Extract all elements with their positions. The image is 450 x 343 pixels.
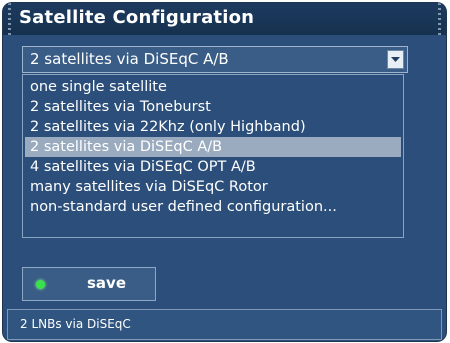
satellite-configuration-window: Satellite Configuration 2 satellites via… (3, 3, 446, 341)
right-grip-icon (438, 3, 441, 35)
save-button[interactable]: save (22, 267, 156, 301)
green-dot-icon (36, 280, 45, 289)
list-item-22khz[interactable]: 2 satellites via 22Khz (only Highband) (25, 117, 401, 137)
satellite-options-list[interactable]: one single satellite 2 satellites via To… (22, 74, 404, 238)
list-item-diseqc-opt-ab[interactable]: 4 satellites via DiSEqC OPT A/B (25, 157, 401, 177)
dropdown-selected-value: 2 satellites via DiSEqC A/B (30, 50, 229, 68)
list-item-diseqc-rotor[interactable]: many satellites via DiSEqC Rotor (25, 177, 401, 197)
save-button-label: save (87, 274, 127, 292)
window-title: Satellite Configuration (19, 7, 255, 28)
list-item-one-single-satellite[interactable]: one single satellite (25, 77, 401, 97)
dropdown-button[interactable] (387, 50, 404, 69)
list-item-diseqc-ab[interactable]: 2 satellites via DiSEqC A/B (25, 137, 401, 157)
satellite-config-dropdown[interactable]: 2 satellites via DiSEqC A/B (22, 46, 408, 73)
chevron-down-icon (391, 57, 400, 62)
left-grip-icon (8, 3, 11, 35)
title-bar: Satellite Configuration (3, 3, 446, 35)
status-text: 2 LNBs via DiSEqC (20, 317, 131, 331)
list-item-toneburst[interactable]: 2 satellites via Toneburst (25, 97, 401, 117)
status-bar: 2 LNBs via DiSEqC (7, 309, 442, 340)
list-item-user-defined[interactable]: non-standard user defined configuration.… (25, 197, 401, 217)
